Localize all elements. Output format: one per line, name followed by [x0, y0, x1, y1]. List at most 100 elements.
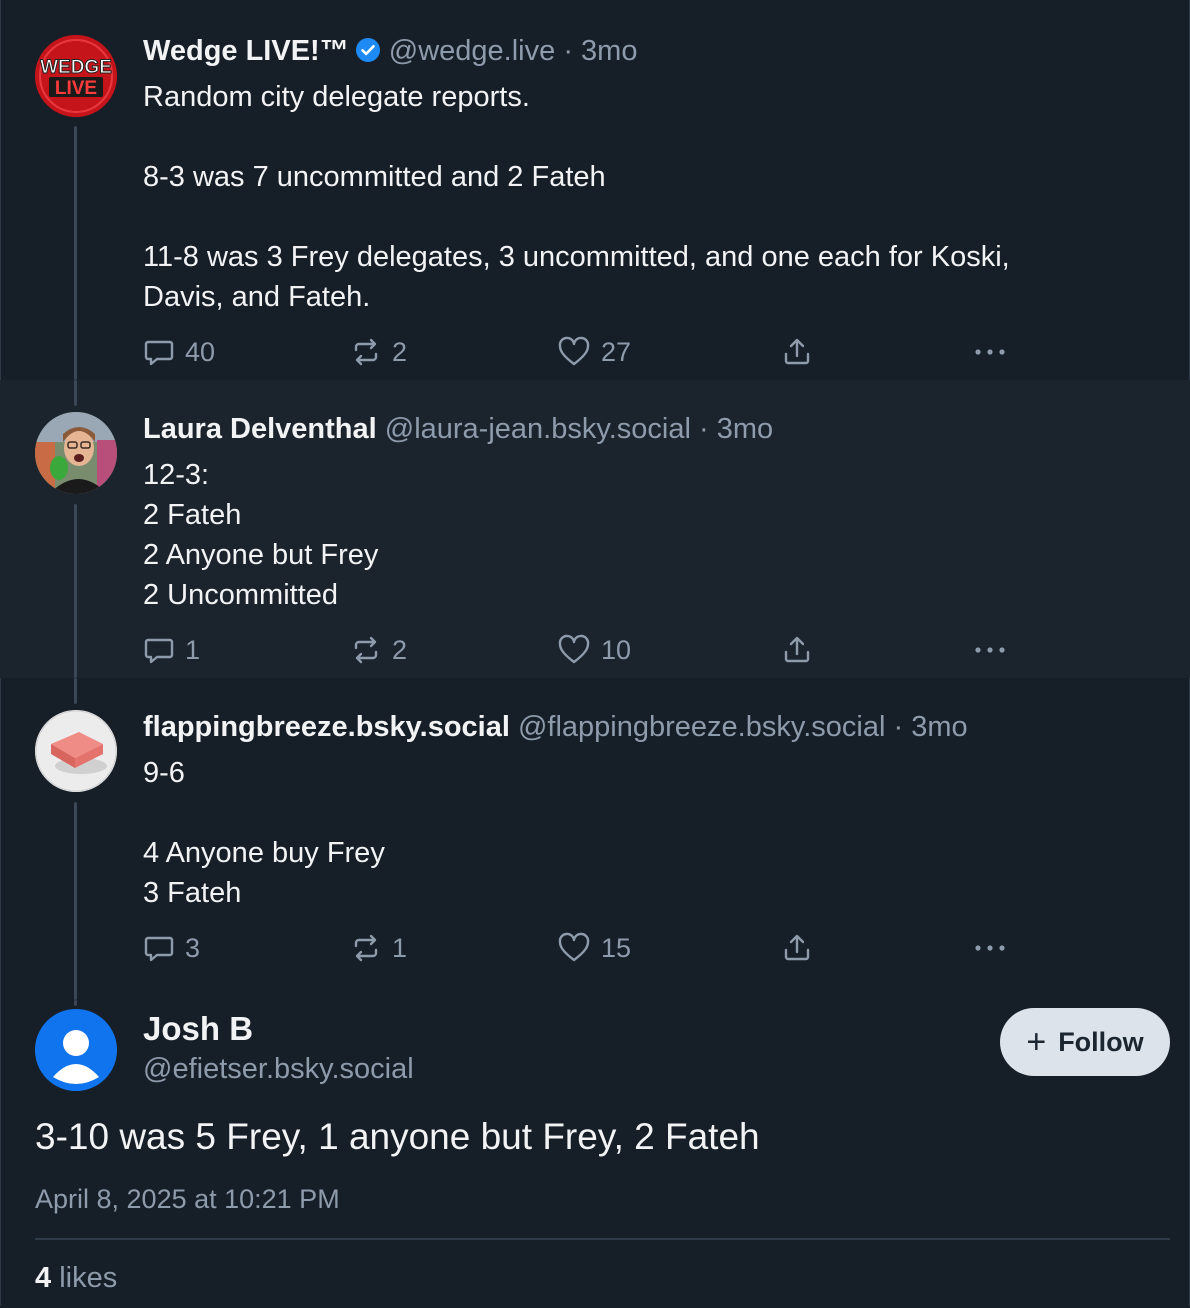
separator-dot: · [563, 35, 573, 67]
repost-button[interactable]: 1 [350, 930, 407, 966]
more-options-button[interactable] [973, 334, 1007, 370]
thread-post-1[interactable]: WEDGE LIVE Wedge LIVE!™ @wedge.live · 3m… [0, 0, 1190, 380]
profile-photo [35, 710, 117, 792]
share-upload-icon [784, 934, 810, 961]
post-actions: 1 2 10 [143, 632, 1043, 668]
share-button[interactable] [781, 632, 813, 668]
avatar-flappingbreeze[interactable] [35, 710, 117, 792]
post-header: Laura Delventhal @laura-jean.bsky.social… [143, 411, 773, 447]
more-dots-icon [975, 647, 1005, 653]
author-handle[interactable]: @efietser.bsky.social [143, 1053, 414, 1086]
thread-connector-line [74, 1000, 77, 1006]
repost-arrows-icon [354, 338, 378, 366]
author-name[interactable]: Josh B [143, 1010, 253, 1048]
verified-check-icon [355, 36, 381, 72]
more-dots-icon [975, 349, 1005, 355]
share-button[interactable] [781, 334, 813, 370]
avatar-wedge-live[interactable]: WEDGE LIVE [35, 35, 117, 117]
default-user-avatar-icon [35, 1009, 117, 1091]
author-name[interactable]: Laura Delventhal [143, 413, 377, 445]
heart-icon [558, 634, 590, 664]
post-text-line: Random city delegate reports. [143, 81, 530, 113]
post-actions: 3 1 15 [143, 930, 1043, 966]
post-header: flappingbreeze.bsky.social @flappingbree… [143, 709, 968, 745]
post-time[interactable]: 3mo [717, 413, 773, 445]
reply-button[interactable]: 1 [143, 632, 200, 668]
heart-icon [558, 932, 590, 962]
more-options-button[interactable] [973, 632, 1007, 668]
post-text-line: 9-6 [143, 757, 185, 789]
like-count: 10 [601, 634, 632, 665]
author-name[interactable]: Wedge LIVE!™ [143, 35, 349, 67]
post-text-line: 4 Anyone buy Frey [143, 837, 385, 869]
post-timestamp[interactable]: April 8, 2025 at 10:21 PM [35, 1184, 340, 1215]
thread-connector-line [74, 678, 77, 704]
thread-connector-line [74, 802, 77, 1000]
like-button[interactable]: 10 [557, 632, 631, 668]
post-time[interactable]: 3mo [911, 711, 967, 743]
post-text-line: Davis, and Fateh. [143, 281, 371, 313]
thread-connector-line [74, 380, 77, 406]
thread-post-3[interactable]: flappingbreeze.bsky.social @flappingbree… [0, 678, 1190, 1000]
post-text-line: 11-8 was 3 Frey delegates, 3 uncommitted… [143, 241, 1010, 273]
share-button[interactable] [781, 930, 813, 966]
post-text-line [143, 793, 1123, 833]
more-dots-icon [975, 945, 1005, 951]
post-header: Wedge LIVE!™ @wedge.live · 3mo [143, 33, 637, 72]
repost-button[interactable]: 2 [350, 334, 407, 370]
author-handle[interactable]: @flappingbreeze.bsky.social [518, 711, 885, 743]
more-options-button[interactable] [973, 930, 1007, 966]
post-time[interactable]: 3mo [581, 35, 637, 67]
reply-button[interactable]: 3 [143, 930, 200, 966]
like-button[interactable]: 27 [557, 334, 631, 370]
share-upload-icon [784, 338, 810, 365]
post-text-line [143, 197, 1123, 237]
avatar-laura-delventhal[interactable] [35, 412, 117, 494]
author-name[interactable]: flappingbreeze.bsky.social [143, 711, 510, 743]
speech-bubble-icon [144, 936, 174, 962]
thread-connector-line [74, 504, 77, 678]
speech-bubble-icon [144, 340, 174, 366]
share-upload-icon [784, 636, 810, 663]
thread-connector-line [74, 126, 77, 380]
post-text-line: 2 Anyone but Frey [143, 539, 379, 571]
post-text: 9-6 4 Anyone buy Frey 3 Fateh [143, 753, 1123, 913]
post-text: Random city delegate reports. 8-3 was 7 … [143, 77, 1123, 317]
separator-dot: · [893, 711, 904, 743]
post-actions: 40 2 27 [143, 334, 1043, 370]
repost-count: 2 [392, 336, 408, 367]
post-text: 12-3: 2 Fateh 2 Anyone but Frey 2 Uncomm… [143, 455, 1123, 615]
speech-bubble-icon [144, 638, 174, 664]
plus-icon: + [1026, 1023, 1047, 1061]
main-post-text: 3-10 was 5 Frey, 1 anyone but Frey, 2 Fa… [35, 1116, 760, 1157]
post-text-line: 2 Uncommitted [143, 579, 339, 611]
author-handle[interactable]: @laura-jean.bsky.social [385, 413, 691, 445]
heart-icon [558, 336, 590, 366]
thread-post-2[interactable]: Laura Delventhal @laura-jean.bsky.social… [0, 380, 1190, 678]
repost-count: 2 [392, 634, 408, 665]
profile-photo [35, 412, 117, 494]
divider [35, 1238, 1170, 1240]
like-count: 15 [601, 932, 632, 963]
follow-label: Follow [1058, 1026, 1144, 1057]
post-text-line [143, 117, 1123, 157]
likes-label: likes [59, 1262, 118, 1294]
post-text-line: 12-3: [143, 459, 210, 491]
reply-button[interactable]: 40 [143, 334, 215, 370]
author-handle[interactable]: @wedge.live [389, 35, 555, 67]
post-text-line: 8-3 was 7 uncommitted and 2 Fateh [143, 161, 606, 193]
repost-arrows-icon [354, 636, 378, 664]
repost-button[interactable]: 2 [350, 632, 407, 668]
svg-text:WEDGE: WEDGE [40, 57, 112, 78]
reply-count: 40 [185, 336, 216, 367]
like-button[interactable]: 15 [557, 930, 631, 966]
post-text-line: 2 Fateh [143, 499, 242, 531]
post-text-line: 3 Fateh [143, 877, 242, 909]
likes-count: 4 [35, 1262, 52, 1294]
avatar-josh-b[interactable] [35, 1009, 117, 1091]
wedge-live-logo: WEDGE LIVE [35, 35, 117, 117]
likes-summary[interactable]: 4 likes [35, 1262, 117, 1295]
separator-dot: · [698, 413, 709, 445]
follow-button[interactable]: + Follow [1000, 1008, 1170, 1076]
reply-count: 1 [185, 634, 201, 665]
